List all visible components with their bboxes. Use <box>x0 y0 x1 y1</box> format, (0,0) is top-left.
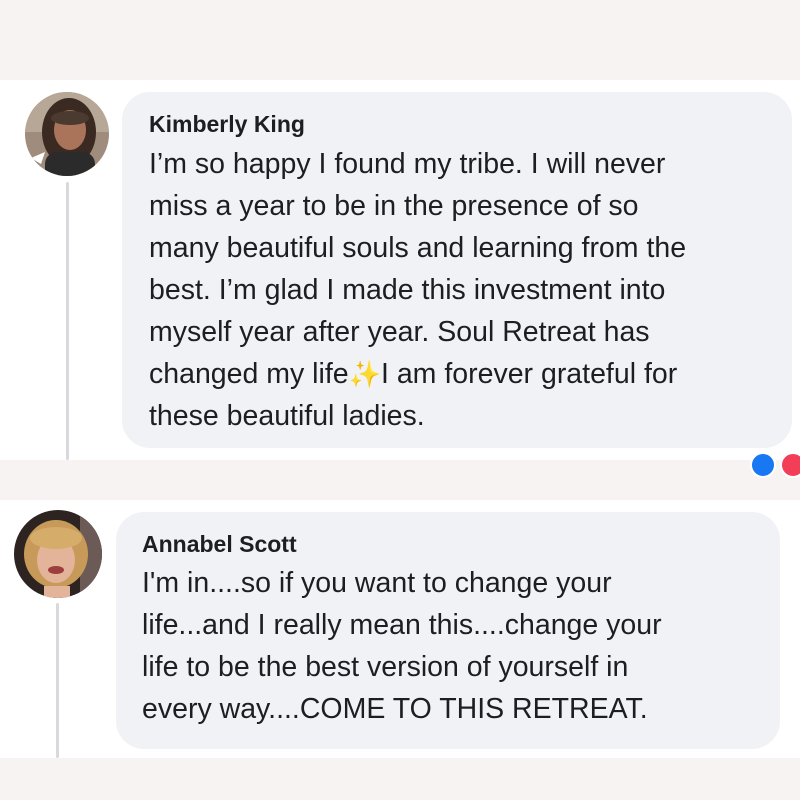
love-reaction-icon[interactable] <box>780 452 800 478</box>
comment-text-part: I’m so happy I found my tribe. I will ne… <box>149 148 687 390</box>
comment-bubble: Kimberly King I’m so happy I found my tr… <box>122 92 792 448</box>
comment-bubble: Annabel Scott I'm in....so if you want t… <box>116 512 780 749</box>
like-reaction-icon[interactable] <box>750 452 776 478</box>
profile-photo-icon <box>14 510 102 598</box>
comment-text: I'm in....so if you want to change your … <box>142 567 662 725</box>
reply-thread-line <box>56 603 59 758</box>
avatar[interactable] <box>25 92 109 176</box>
comment-text: I’m so happy I found my tribe. I will ne… <box>149 143 772 437</box>
comment-author[interactable]: Annabel Scott <box>142 530 760 558</box>
sparkles-icon: ✨ <box>348 359 381 389</box>
profile-photo-icon <box>25 92 109 176</box>
avatar[interactable] <box>14 510 102 598</box>
comment-author[interactable]: Kimberly King <box>149 110 772 138</box>
reply-thread-line <box>66 182 69 460</box>
